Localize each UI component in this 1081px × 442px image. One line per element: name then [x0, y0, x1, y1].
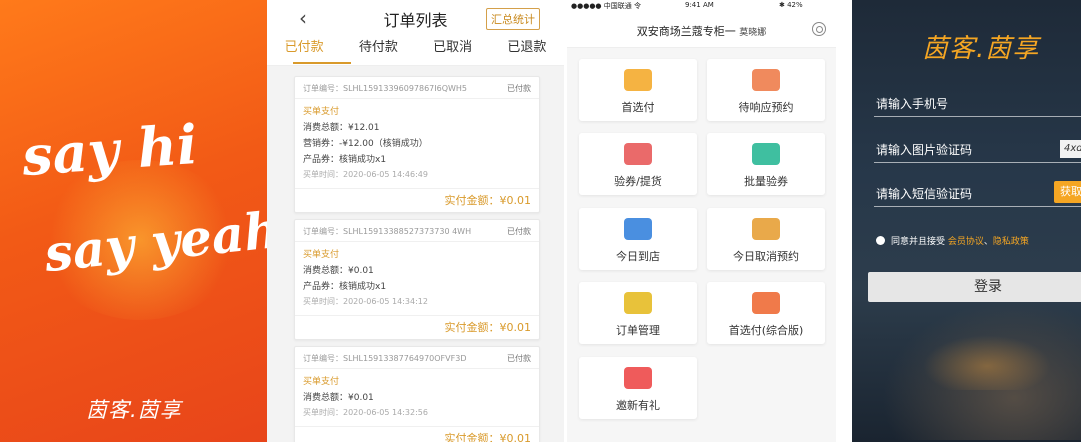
order-detail: 消费总额：¥0.01 — [303, 266, 374, 276]
order-tabs: 已付款 待付款 已取消 已退款 — [267, 36, 564, 66]
gear-icon[interactable] — [812, 22, 826, 36]
phone-field[interactable]: 请输入手机号 — [874, 89, 1081, 117]
tile-today-arrivals[interactable]: 今日到店 — [579, 208, 697, 270]
wallet-icon — [624, 69, 652, 91]
order-number: 订单编号：SLHL15913388527373730 4WH 已付款 — [295, 220, 539, 242]
phone-placeholder: 请输入手机号 — [876, 97, 949, 111]
tile-today-cancellations[interactable]: 今日取消预约 — [707, 208, 825, 270]
box-icon — [752, 292, 780, 314]
order-list-screen: ‹ 订单列表 汇总统计 已付款 待付款 已取消 已退款 订单编号：SLHL159… — [267, 0, 564, 442]
login-screen: 茵客.茵享 请输入手机号 请输入图片验证码 4xd8 请输入短信验证码 获取验 … — [852, 0, 1081, 442]
get-code-button[interactable]: 获取验 — [1054, 181, 1081, 203]
sms-code-field[interactable]: 请输入短信验证码 获取验 — [874, 179, 1081, 207]
function-grid-screen: ●●●●● 中国联通 令 9:41 AM ✱ 42% 双安商场兰蔻专柜一 莫晓娜… — [567, 0, 836, 442]
order-number-text: 订单编号：SLHL15913388527373730 4WH — [303, 227, 472, 236]
tile-label: 邀新有礼 — [616, 399, 660, 412]
order-card[interactable]: 订单编号：SLHL15913396097867I6QWH5 已付款 买单支付 消… — [294, 76, 540, 213]
member-agreement-link[interactable]: 会员协议 — [948, 237, 984, 247]
tile-order-management[interactable]: 订单管理 — [579, 282, 697, 344]
summary-button[interactable]: 汇总统计 — [486, 8, 540, 30]
status-time: 9:41 AM — [685, 1, 714, 9]
nav-bar: 双安商场兰蔻专柜一 莫晓娜 — [567, 12, 836, 48]
gift-icon — [624, 367, 652, 389]
order-status: 已付款 — [507, 227, 531, 236]
tab-cancelled[interactable]: 已取消 — [416, 36, 490, 65]
ticket-icon — [752, 143, 780, 165]
document-icon — [624, 292, 652, 314]
order-time: 买单时间：2020-06-05 14:34:12 — [303, 297, 428, 306]
tile-verify-coupon[interactable]: 验券/提货 — [579, 133, 697, 195]
order-detail: 消费总额：¥0.01 — [303, 393, 374, 403]
carrier-signal: ●●●●● 中国联通 令 — [571, 2, 641, 10]
image-code-field[interactable]: 请输入图片验证码 4xd8 — [874, 135, 1081, 163]
order-card[interactable]: 订单编号：SLHL15913388527373730 4WH 已付款 买单支付 … — [294, 219, 540, 340]
paid-amount: 实付金额：¥0.01 — [295, 188, 539, 212]
paid-amount: 实付金额：¥0.01 — [295, 315, 539, 339]
brand-logo: 茵客.茵享 — [86, 398, 182, 422]
store-name: 双安商场兰蔻专柜一 — [636, 25, 736, 38]
order-card[interactable]: 订单编号：SLHL15913387764970OFVF3D 已付款 买单支付 消… — [294, 346, 540, 442]
tile-label: 订单管理 — [616, 324, 660, 337]
ship-lights — [912, 330, 1062, 390]
agree-text: 同意并且接受 — [891, 237, 946, 247]
agree-radio[interactable] — [876, 236, 885, 245]
order-detail: 营销券：-¥12.00（核销成功） — [303, 139, 428, 149]
tile-label: 首选付(综合版) — [728, 324, 804, 337]
paid-amount: 实付金额：¥0.01 — [295, 426, 539, 442]
battery-status: ✱ 42% — [779, 1, 803, 9]
cart-icon — [624, 143, 652, 165]
active-tab-indicator — [293, 62, 351, 64]
brand-logo: 茵客.茵享 — [922, 34, 1040, 64]
order-number-text: 订单编号：SLHL15913387764970OFVF3D — [303, 354, 467, 363]
calendar-cancel-icon — [752, 218, 780, 240]
tile-label: 今日取消预约 — [733, 250, 799, 263]
tab-paid[interactable]: 已付款 — [267, 36, 341, 65]
order-time: 买单时间：2020-06-05 14:32:56 — [303, 408, 428, 417]
payment-type: 买单支付 — [303, 377, 340, 387]
login-button[interactable]: 登录 — [868, 272, 1081, 302]
tab-refunded[interactable]: 已退款 — [490, 36, 564, 65]
order-time: 买单时间：2020-06-05 14:46:49 — [303, 170, 428, 179]
store-title: 双安商场兰蔻专柜一 莫晓娜 — [567, 23, 836, 39]
splash-screen: say hi say yeah 茵客.茵享 — [0, 0, 267, 442]
tile-label: 批量验券 — [744, 175, 788, 188]
captcha-image[interactable]: 4xd8 — [1060, 140, 1081, 158]
separator: 、 — [983, 237, 993, 247]
image-code-placeholder: 请输入图片验证码 — [876, 143, 973, 157]
order-detail: 产品券：核销成功x1 — [303, 282, 387, 292]
nav-bar: ‹ 订单列表 汇总统计 — [267, 0, 564, 36]
tile-pending-appointments[interactable]: 待响应预约 — [707, 59, 825, 121]
payment-type: 买单支付 — [303, 250, 340, 260]
order-status: 已付款 — [507, 84, 531, 93]
payment-type: 买单支付 — [303, 107, 340, 117]
sms-code-placeholder: 请输入短信验证码 — [876, 187, 973, 201]
status-bar: ●●●●● 中国联通 令 9:41 AM ✱ 42% — [567, 0, 836, 12]
tile-label: 验券/提货 — [614, 175, 662, 188]
slogan-line-1: say hi — [19, 111, 200, 189]
tile-invite-gift[interactable]: 邀新有礼 — [579, 357, 697, 419]
tile-batch-verify[interactable]: 批量验券 — [707, 133, 825, 195]
staff-name: 莫晓娜 — [739, 28, 767, 38]
tile-label: 首选付 — [621, 101, 655, 114]
agreement-row: 同意并且接受 会员协议、隐私政策 — [876, 234, 1029, 247]
calendar-icon — [752, 69, 780, 91]
order-status: 已付款 — [507, 354, 531, 363]
order-detail: 消费总额：¥12.01 — [303, 123, 380, 133]
tile-label: 待响应预约 — [738, 101, 794, 114]
order-number-text: 订单编号：SLHL15913396097867I6QWH5 — [303, 84, 468, 93]
order-number: 订单编号：SLHL15913387764970OFVF3D 已付款 — [295, 347, 539, 369]
order-number: 订单编号：SLHL15913396097867I6QWH5 已付款 — [295, 77, 539, 99]
screenshot-stage: say hi say yeah 茵客.茵享 ‹ 订单列表 汇总统计 已付款 待付… — [0, 0, 1081, 442]
tab-pending[interactable]: 待付款 — [341, 36, 415, 65]
privacy-policy-link[interactable]: 隐私政策 — [993, 237, 1029, 247]
tile-preferred-pay[interactable]: 首选付 — [579, 59, 697, 121]
store-icon — [624, 218, 652, 240]
tile-preferred-pay-combo[interactable]: 首选付(综合版) — [707, 282, 825, 344]
tile-label: 今日到店 — [616, 250, 660, 263]
order-detail: 产品券：核销成功x1 — [303, 155, 387, 165]
